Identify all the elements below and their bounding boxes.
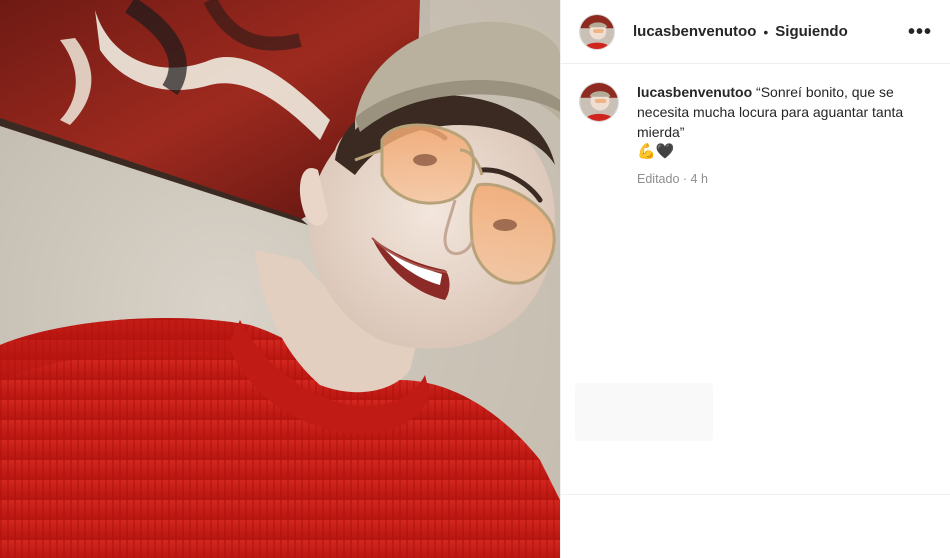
author-avatar[interactable] (579, 13, 615, 50)
more-horizontal-icon[interactable]: ••• (908, 22, 932, 42)
author-username[interactable]: lucasbenvenutoo (633, 23, 756, 40)
avatar-icon (580, 83, 618, 121)
caption-emojis: 💪🖤 (637, 143, 675, 160)
avatar-icon (580, 14, 614, 49)
divider (561, 494, 950, 495)
caption-text: lucasbenvenutoo “Sonreí bonito, que se n… (637, 82, 917, 142)
post-caption: lucasbenvenutoo “Sonreí bonito, que se n… (561, 64, 950, 186)
blurred-area (575, 383, 713, 441)
caption-body: lucasbenvenutoo “Sonreí bonito, que se n… (637, 82, 917, 186)
caption-meta: Editado · 4 h (637, 172, 917, 186)
post-header: lucasbenvenutoo • Siguiendo ••• (561, 0, 950, 64)
time-separator: · (682, 172, 688, 186)
edited-label: Editado (637, 172, 680, 186)
post-timestamp[interactable]: 4 h (691, 172, 708, 186)
instagram-post: lucasbenvenutoo • Siguiendo ••• lucasben… (0, 0, 950, 558)
header-separator: • (763, 23, 769, 40)
post-photo[interactable] (0, 0, 560, 558)
caption-avatar[interactable] (579, 82, 619, 122)
caption-username[interactable]: lucasbenvenutoo (637, 84, 752, 100)
selfie-photo-illustration (0, 0, 560, 558)
following-button[interactable]: Siguiendo (775, 23, 848, 40)
post-side-panel: lucasbenvenutoo • Siguiendo ••• lucasben… (560, 0, 950, 558)
